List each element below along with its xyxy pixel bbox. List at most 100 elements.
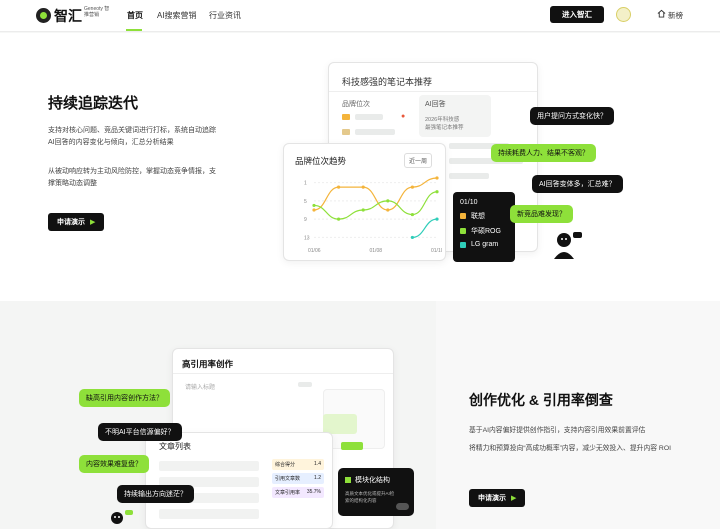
nav-ai-search[interactable]: AI搜索营销 bbox=[157, 10, 197, 21]
rank-col-label: 品牌位次 bbox=[342, 101, 370, 108]
article-list-card: 文章列表 综合得分 1.4 引用文章数 1.2 文章引用率 35.7% bbox=[145, 432, 333, 529]
title-input[interactable]: 请输入标题 bbox=[185, 382, 215, 391]
enter-button[interactable]: 进入智汇 bbox=[550, 6, 604, 23]
stat-value: 35.7% bbox=[306, 489, 321, 495]
brand-sub: Geneoty 智推营销 bbox=[84, 6, 110, 18]
data-point[interactable] bbox=[312, 208, 316, 212]
editor-title: 高引用率创作 bbox=[182, 359, 234, 369]
pain-bubble: 持续输出方向迷茫？ bbox=[117, 485, 194, 503]
nav-active-indicator bbox=[126, 29, 142, 31]
hero-desc-2: 从被动响应转为主动风险防控，掌握动态竞争情报，支撑策略动态调整 bbox=[48, 168, 216, 187]
divider bbox=[329, 91, 537, 92]
divider bbox=[173, 373, 393, 374]
y-tick-label: 1 bbox=[304, 181, 307, 187]
data-point[interactable] bbox=[361, 208, 365, 212]
stat-value: 1.2 bbox=[314, 475, 321, 481]
data-point[interactable] bbox=[435, 190, 439, 194]
pain-bubble: 用户提问方式变化快？ bbox=[530, 107, 614, 125]
toggle-switch[interactable] bbox=[396, 503, 409, 510]
section2-title: 创作优化 & 引用率倒查 bbox=[469, 392, 613, 408]
rank-medal-icon bbox=[342, 114, 350, 120]
pain-bubble: AI回答变体多，汇总难？ bbox=[532, 175, 623, 193]
x-tick-label: 01/06 bbox=[308, 248, 321, 254]
x-tick-label: 01/10 bbox=[431, 248, 442, 254]
stat-label: 文章引用率 bbox=[275, 490, 301, 496]
article-row[interactable] bbox=[159, 509, 259, 519]
play-icon: ▶ bbox=[90, 219, 96, 226]
y-tick-label: 9 bbox=[304, 217, 307, 223]
pin-icon: ● bbox=[401, 113, 406, 120]
data-point[interactable] bbox=[361, 185, 365, 189]
data-point[interactable] bbox=[312, 203, 316, 208]
avatar[interactable] bbox=[616, 7, 631, 22]
grid-icon bbox=[345, 477, 351, 483]
nav-news[interactable]: 行业资讯 bbox=[209, 10, 241, 21]
stats-panel: 综合得分 1.4 引用文章数 1.2 文章引用率 35.7% bbox=[272, 459, 324, 529]
data-point[interactable] bbox=[386, 199, 390, 203]
article-list-title: 文章列表 bbox=[159, 442, 191, 451]
data-point[interactable] bbox=[435, 176, 439, 180]
legend-item: 华硕ROG bbox=[471, 228, 501, 235]
pain-bubble: 持续耗费人力、结果不客观？ bbox=[491, 144, 596, 162]
preview-block bbox=[323, 414, 357, 434]
legend-swatch bbox=[460, 213, 466, 219]
series-line bbox=[412, 218, 438, 239]
module-title: 模块化结构 bbox=[355, 477, 390, 484]
pain-bubble: 缺高引用内容创作方法？ bbox=[79, 389, 170, 407]
legend-item: LG gram bbox=[471, 241, 499, 248]
hero-desc-1: 支持对核心问题、竞品关键词进行打标，系统自动追踪AI回答的内容变化与倾向，汇总分… bbox=[48, 127, 216, 146]
brand-name[interactable]: 智汇 bbox=[54, 6, 82, 26]
legend-swatch bbox=[460, 228, 466, 234]
stat-value: 1.4 bbox=[314, 461, 321, 467]
pain-bubble: 新竞品难发现？ bbox=[510, 205, 573, 223]
person-illustration-icon bbox=[111, 510, 133, 524]
article-row[interactable] bbox=[159, 461, 259, 471]
chart-range-button[interactable]: 近一周 bbox=[404, 153, 433, 168]
skeleton bbox=[449, 173, 489, 179]
data-point[interactable] bbox=[410, 212, 414, 217]
section2-desc-1: 基于AI内容偏好提供创作指引，支持内容引用效果前置评估 bbox=[469, 427, 646, 434]
tooltip-date: 01/10 bbox=[460, 199, 478, 206]
preview-tag bbox=[341, 442, 363, 450]
pain-bubble: 内容效果难复盘？ bbox=[79, 455, 149, 473]
series-line bbox=[313, 191, 438, 220]
play-icon: ▶ bbox=[511, 495, 517, 502]
stat-label: 引用文章数 bbox=[275, 476, 301, 482]
chart-tooltip: 01/10 联想 华硕ROG LG gram bbox=[453, 192, 515, 262]
legend-swatch bbox=[460, 241, 466, 248]
skeleton bbox=[355, 114, 383, 120]
rank-medal-icon bbox=[342, 129, 350, 135]
home-icon bbox=[657, 9, 666, 18]
data-point[interactable] bbox=[435, 217, 439, 221]
ai-answer-box: AI回答 2026年科技感 最强笔记本推荐 bbox=[419, 95, 491, 137]
nav-home[interactable]: 首页 bbox=[127, 10, 143, 21]
hero-demo-button[interactable]: 申请演示 ▶ bbox=[48, 213, 105, 231]
data-point[interactable] bbox=[386, 208, 390, 212]
x-tick-label: 01/08 bbox=[370, 248, 383, 254]
logo-icon[interactable] bbox=[36, 8, 51, 23]
legend-item: 联想 bbox=[471, 213, 485, 220]
person-illustration-icon bbox=[554, 232, 582, 259]
section2-desc-2: 将精力和预算投向“高成功概率”内容，减少无效投入、提升内容 ROI bbox=[469, 445, 672, 452]
module-desc: 高质文本优化或提升AI检索的结构化内容 bbox=[345, 491, 395, 503]
y-tick-label: 5 bbox=[304, 199, 307, 205]
skeleton bbox=[298, 382, 312, 387]
recommend-card-title: 科技感强的笔记本推荐 bbox=[342, 77, 433, 87]
data-point[interactable] bbox=[410, 185, 414, 189]
section2-demo-button[interactable]: 申请演示 ▶ bbox=[469, 489, 526, 507]
section2-demo-label: 申请演示 bbox=[478, 495, 506, 502]
stat-label: 综合得分 bbox=[275, 462, 296, 468]
chart-title: 品牌位次趋势 bbox=[295, 156, 347, 166]
skeleton bbox=[355, 129, 395, 135]
trend-chart: 1 5 9 13 01/06 01/08 01/10 bbox=[304, 176, 442, 254]
data-point[interactable] bbox=[337, 185, 341, 189]
module-tooltip: 模块化结构 高质文本优化或提升AI检索的结构化内容 bbox=[338, 468, 414, 516]
ai-answer-line1: 2026年科技感 bbox=[425, 117, 460, 123]
data-point[interactable] bbox=[337, 217, 341, 221]
ai-answer-line2: 最强笔记本推荐 bbox=[425, 125, 464, 131]
data-point[interactable] bbox=[410, 235, 414, 240]
home-link[interactable]: 新榜 bbox=[668, 10, 683, 21]
ai-answer-label: AI回答 bbox=[425, 101, 446, 108]
hero-title: 持续追踪迭代 bbox=[48, 95, 139, 112]
hero-demo-label: 申请演示 bbox=[57, 219, 85, 226]
